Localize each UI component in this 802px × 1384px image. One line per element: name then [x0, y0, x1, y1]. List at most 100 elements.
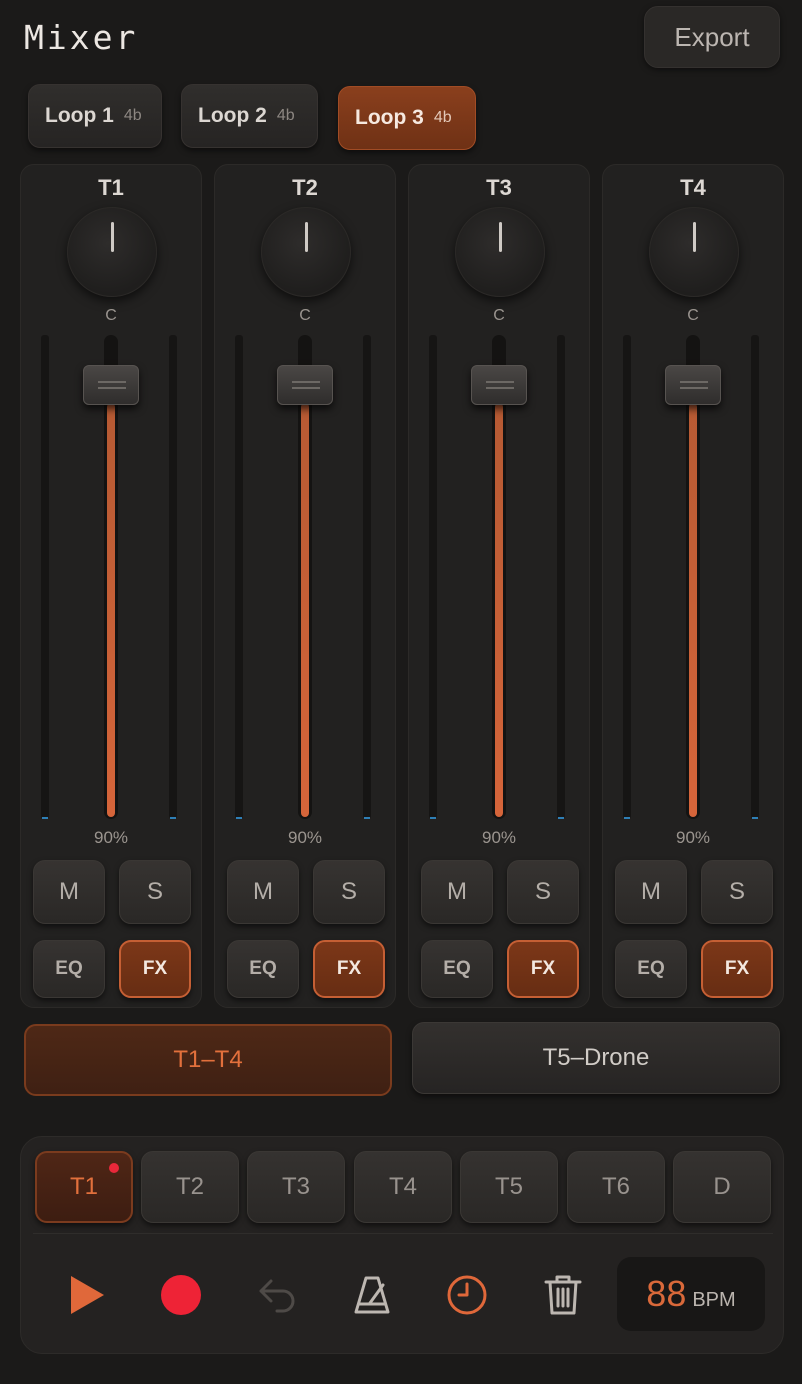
export-button[interactable]: Export	[644, 6, 780, 68]
record-button[interactable]	[151, 1265, 211, 1325]
divider	[33, 1233, 773, 1234]
channel-name: T1	[98, 175, 124, 200]
metronome-icon	[354, 1276, 390, 1314]
fx-button[interactable]: FX	[701, 940, 773, 998]
fx-button[interactable]: FX	[507, 940, 579, 998]
volume-fader-handle[interactable]	[277, 365, 333, 405]
pan-knob[interactable]	[261, 207, 351, 297]
track-group-tabs: T1–T4 T5–Drone	[0, 1022, 802, 1098]
page-title: Mixer	[24, 18, 139, 57]
loop-1-button[interactable]: Loop 1 4b	[28, 84, 162, 148]
fx-button[interactable]: FX	[119, 940, 191, 998]
channel-name: T4	[680, 175, 706, 200]
mute-button[interactable]: M	[421, 860, 493, 924]
level-meter-left	[429, 335, 437, 819]
clock-icon	[447, 1275, 487, 1315]
header: Mixer Export	[0, 0, 802, 80]
volume-fader-fill	[301, 403, 309, 817]
volume-fader-handle[interactable]	[665, 365, 721, 405]
eq-button[interactable]: EQ	[33, 940, 105, 998]
track-tab-t1[interactable]: T1	[35, 1151, 133, 1223]
solo-button[interactable]: S	[119, 860, 191, 924]
volume-value: 90%	[481, 828, 517, 847]
pan-value: C	[299, 307, 311, 324]
track-tab-t6[interactable]: T6	[567, 1151, 665, 1223]
mute-button[interactable]: M	[615, 860, 687, 924]
mute-button[interactable]: M	[227, 860, 299, 924]
record-icon	[161, 1275, 201, 1315]
track-tab-drone[interactable]: D	[673, 1151, 771, 1223]
solo-button[interactable]: S	[313, 860, 385, 924]
bpm-value: 88	[646, 1273, 687, 1314]
undo-button[interactable]	[247, 1265, 307, 1325]
track-tab-t4[interactable]: T4	[354, 1151, 452, 1223]
loop-selector: Loop 1 4b Loop 2 4b Loop 3 4b	[0, 84, 802, 154]
eq-button[interactable]: EQ	[227, 940, 299, 998]
volume-fader-track[interactable]	[492, 335, 506, 819]
channel-strips: T1 C 90% M S EQ FX T2 C 90% M S EQ FX T3…	[0, 164, 802, 1008]
knob-indicator	[305, 222, 308, 252]
pan-value: C	[687, 307, 699, 324]
fx-button[interactable]: FX	[313, 940, 385, 998]
channel-strip-t4: T4 C 90% M S EQ FX	[602, 164, 784, 1008]
track-tab-t3[interactable]: T3	[247, 1151, 345, 1223]
loop-3-button[interactable]: Loop 3 4b	[338, 86, 476, 150]
undo-icon	[259, 1279, 295, 1313]
volume-fader-handle[interactable]	[471, 365, 527, 405]
level-meter-left	[235, 335, 243, 819]
volume-fader-fill	[689, 403, 697, 817]
solo-button[interactable]: S	[701, 860, 773, 924]
loop-label: Loop 3	[355, 106, 424, 129]
timer-button[interactable]	[437, 1265, 497, 1325]
volume-fader-handle[interactable]	[83, 365, 139, 405]
play-icon	[71, 1276, 104, 1314]
pan-knob[interactable]	[649, 207, 739, 297]
tab-t5-drone[interactable]: T5–Drone	[412, 1022, 780, 1094]
eq-button[interactable]: EQ	[615, 940, 687, 998]
track-tab-t2[interactable]: T2	[141, 1151, 239, 1223]
pan-knob[interactable]	[67, 207, 157, 297]
level-meter-right	[751, 335, 759, 819]
channel-strip-t3: T3 C 90% M S EQ FX	[408, 164, 590, 1008]
loop-label: Loop 1	[45, 104, 114, 127]
volume-fader-fill	[495, 403, 503, 817]
volume-value: 90%	[675, 828, 711, 847]
pan-knob[interactable]	[455, 207, 545, 297]
loop-beats: 4b	[433, 109, 452, 126]
knob-indicator	[499, 222, 502, 252]
track-tab-label: T1	[69, 1173, 98, 1200]
tab-t1-t4[interactable]: T1–T4	[24, 1024, 392, 1096]
trash-icon	[544, 1275, 582, 1315]
metronome-button[interactable]	[342, 1265, 402, 1325]
tempo-display[interactable]: 88 BPM	[617, 1257, 765, 1331]
loop-beats: 4b	[276, 107, 295, 124]
bpm-unit: BPM	[692, 1289, 736, 1311]
loop-label: Loop 2	[198, 104, 267, 127]
pan-value: C	[493, 307, 505, 324]
pan-value: C	[105, 307, 117, 324]
solo-button[interactable]: S	[507, 860, 579, 924]
volume-value: 90%	[93, 828, 129, 847]
channel-strip-t2: T2 C 90% M S EQ FX	[214, 164, 396, 1008]
delete-button[interactable]	[533, 1265, 593, 1325]
mute-button[interactable]: M	[33, 860, 105, 924]
channel-name: T3	[486, 175, 512, 200]
level-meter-right	[557, 335, 565, 819]
volume-fader-track[interactable]	[104, 335, 118, 819]
level-meter-left	[623, 335, 631, 819]
loop-beats: 4b	[123, 107, 142, 124]
knob-indicator	[693, 222, 696, 252]
channel-name: T2	[292, 175, 318, 200]
track-tab-t5[interactable]: T5	[460, 1151, 558, 1223]
volume-fader-fill	[107, 403, 115, 817]
level-meter-left	[41, 335, 49, 819]
loop-2-button[interactable]: Loop 2 4b	[181, 84, 318, 148]
eq-button[interactable]: EQ	[421, 940, 493, 998]
play-button[interactable]	[57, 1265, 117, 1325]
knob-indicator	[111, 222, 114, 252]
volume-fader-track[interactable]	[298, 335, 312, 819]
volume-value: 90%	[287, 828, 323, 847]
volume-fader-track[interactable]	[686, 335, 700, 819]
transport-panel: T1 T2 T3 T4 T5 T6 D 88 BPM	[20, 1136, 784, 1354]
level-meter-right	[363, 335, 371, 819]
